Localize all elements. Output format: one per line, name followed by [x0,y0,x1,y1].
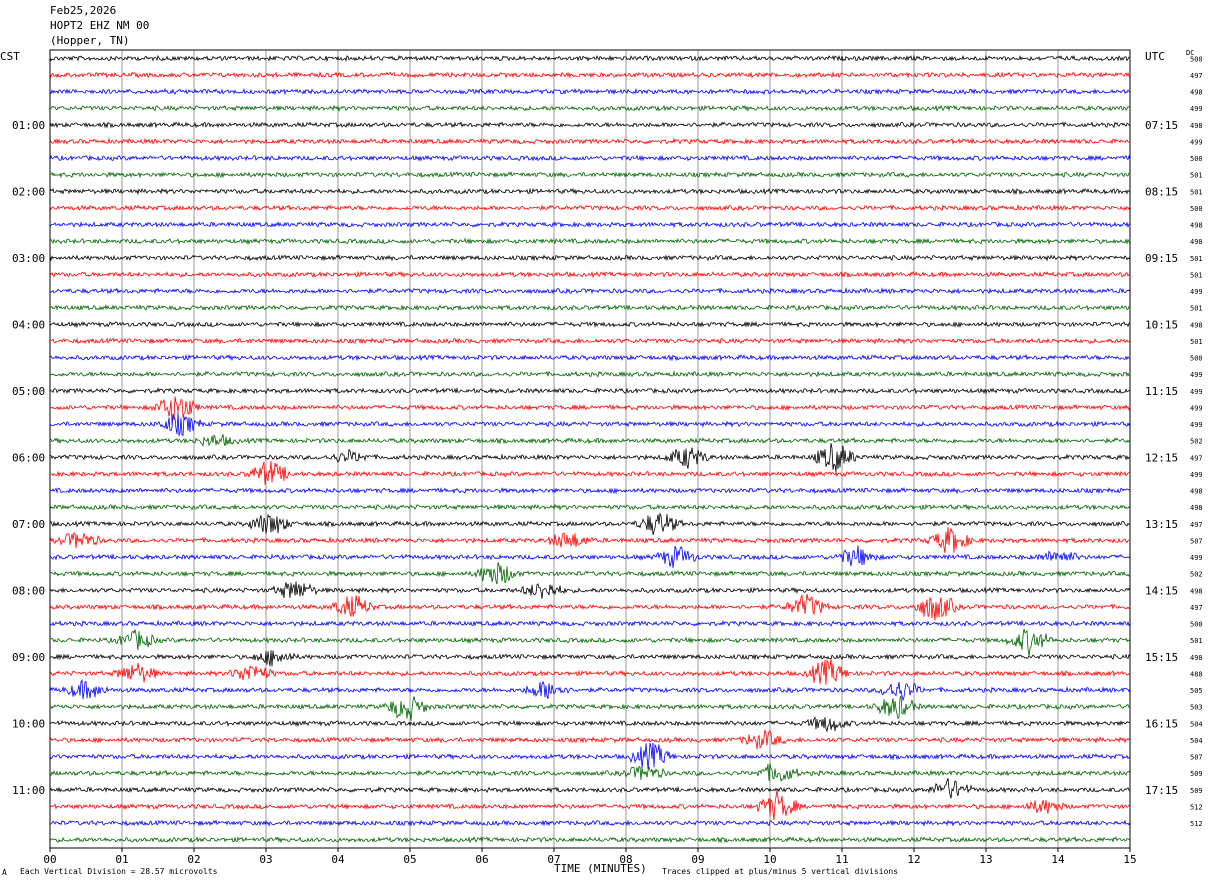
dc-offset-label: 501 [1190,637,1203,645]
dc-offset-label: 499 [1190,471,1203,479]
dc-offset-label: 505 [1190,687,1203,695]
right-hour-label: 13:15 [1145,518,1178,531]
x-tick-label: 09 [691,853,704,866]
dc-offset-label: 501 [1190,305,1203,313]
dc-offset-label: 500 [1190,355,1203,363]
dc-offset-label: 497 [1190,604,1203,612]
x-tick-label: 05 [403,853,416,866]
dc-offset-label: 500 [1190,155,1203,163]
dc-offset-label: 499 [1190,105,1203,113]
dc-offset-label: 499 [1190,288,1203,296]
dc-offset-label: 497 [1190,454,1203,462]
x-tick-label: 02 [187,853,200,866]
left-hour-label: 06:00 [12,451,45,464]
x-tick-label: 14 [1051,853,1065,866]
dc-offset-label: 499 [1190,388,1203,396]
right-hour-label: 07:15 [1145,119,1178,132]
x-tick-label: 03 [259,853,272,866]
x-tick-label: 00 [43,853,56,866]
dc-offset-label: 498 [1190,321,1203,329]
dc-offset-label: 512 [1190,803,1203,811]
right-hour-label: 14:15 [1145,584,1178,597]
clip-note: Traces clipped at plus/minus 5 vertical … [662,867,899,876]
dc-offset-label: 499 [1190,554,1203,562]
dc-offset-label: 501 [1190,255,1203,263]
right-hour-label: 17:15 [1145,784,1178,797]
dc-offset-label: 499 [1190,404,1203,412]
dc-offset-label: 498 [1190,89,1203,97]
right-hour-label: 15:15 [1145,651,1178,664]
left-hour-label: 05:00 [12,385,45,398]
left-hour-label: 04:00 [12,318,45,331]
dc-offset-label: 501 [1190,172,1203,180]
left-hour-label: 11:00 [12,784,45,797]
corner-mark: A [2,868,7,877]
dc-offset-label: 498 [1190,504,1203,512]
left-hour-label: 03:00 [12,252,45,265]
dc-offset-label: 498 [1190,222,1203,230]
dc-offset-label: 497 [1190,521,1203,529]
dc-offset-label: 507 [1190,537,1203,545]
x-axis-label: TIME (MINUTES) [554,862,647,875]
x-tick-label: 10 [763,853,776,866]
date-label: Feb25,2026 [50,4,117,17]
dc-offset-label: 501 [1190,271,1203,279]
dc-offset-label: 501 [1190,338,1203,346]
location-label: (Hopper, TN) [50,34,130,47]
right-hour-label: 12:15 [1145,451,1178,464]
dc-offset-label: 500 [1190,621,1203,629]
right-hour-label: 16:15 [1145,717,1178,730]
x-tick-label: 12 [907,853,920,866]
dc-offset-label: 488 [1190,670,1203,678]
dc-offset-label: 499 [1190,421,1203,429]
left-hour-label: 01:00 [12,119,45,132]
plot-frame [49,49,1131,849]
seismogram-plot: 00 01 02 03 04 05 06 07 08 09 10 11 12 13 14 1501:0002:… [12,49,1203,866]
dc-offset-label: 507 [1190,754,1203,762]
dc-offset-label: 504 [1190,720,1203,728]
right-hour-label: 09:15 [1145,252,1178,265]
dc-offset-label: 504 [1190,737,1203,745]
dc-offset-label: 502 [1190,571,1203,579]
x-tick-label: 01 [115,853,128,866]
dc-offset-label: 498 [1190,488,1203,496]
left-hour-label: 09:00 [12,651,45,664]
dc-offset-label: 512 [1190,820,1203,828]
dc-label: DC [1186,49,1195,57]
right-hour-label: 08:15 [1145,185,1178,198]
left-hour-label: 08:00 [12,584,45,597]
x-tick-label: 15 [1123,853,1136,866]
dc-offset-label: 500 [1190,205,1203,213]
right-hour-label: 10:15 [1145,318,1178,331]
right-timezone-label: UTC [1145,50,1165,63]
dc-offset-label: 498 [1190,238,1203,246]
x-tick-label: 04 [331,853,345,866]
x-tick-label: 11 [835,853,848,866]
scale-note: Each Vertical Division = 28.57 microvolt… [20,867,218,876]
right-hour-label: 11:15 [1145,385,1178,398]
x-tick-label: 06 [475,853,488,866]
dc-offset-label: 497 [1190,72,1203,80]
dc-offset-label: 499 [1190,138,1203,146]
dc-offset-label: 503 [1190,704,1203,712]
dc-offset-label: 498 [1190,654,1203,662]
left-hour-label: 10:00 [12,717,45,730]
dc-offset-label: 502 [1190,438,1203,446]
left-hour-label: 02:00 [12,185,45,198]
dc-offset-label: 501 [1190,188,1203,196]
station-label: HOPT2 EHZ NM 00 [50,19,150,32]
dc-offset-label: 498 [1190,122,1203,130]
x-tick-label: 13 [979,853,992,866]
dc-offset-label: 509 [1190,770,1203,778]
dc-offset-label: 509 [1190,787,1203,795]
dc-offset-label: 499 [1190,371,1203,379]
left-timezone-label: CST [0,50,20,63]
dc-offset-label: 498 [1190,587,1203,595]
left-hour-label: 07:00 [12,518,45,531]
